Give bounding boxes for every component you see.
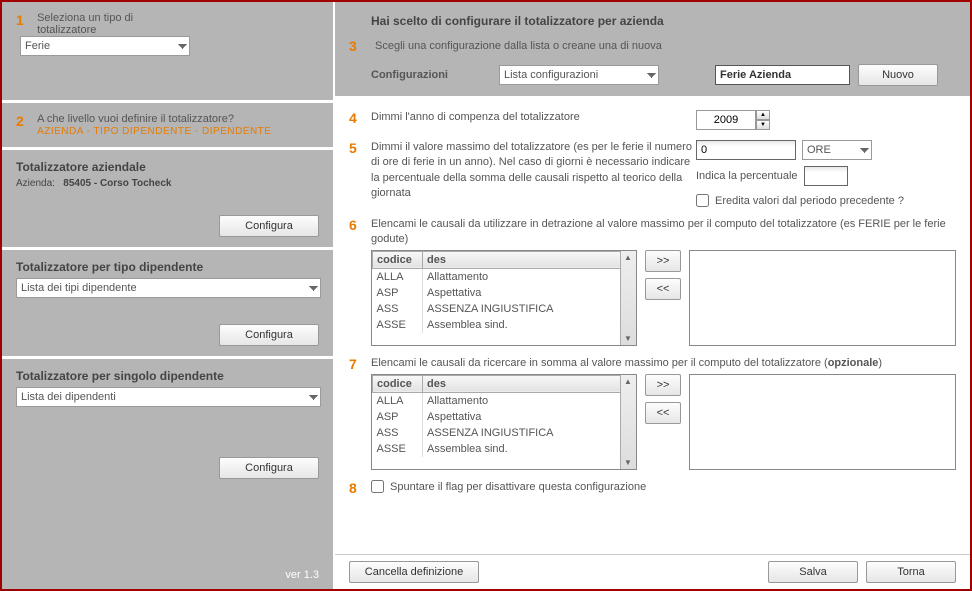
step1-block: 1 Seleziona un tipo di totalizzatore Fer… [2,2,333,103]
s7-remove-button[interactable]: << [645,402,681,424]
table-row: ASPAspettativa [373,285,636,301]
footer: Cancella definizione Salva Torna [335,554,970,589]
config-label: Configurazioni [371,69,491,81]
step8-row: 8 Spuntare il flag per disattivare quest… [349,480,956,496]
step6-label: Elencami le causali da utilizzare in det… [371,217,956,248]
azienda-sub: Azienda: 85405 - Corso Tocheck [16,178,319,189]
year-up-button[interactable]: ▲ [756,110,770,120]
s6-add-button[interactable]: >> [645,250,681,272]
table-row: ASSASSENZA INGIUSTIFICA [373,425,636,441]
table-row: ASSASSENZA INGIUSTIFICA [373,301,636,317]
step8-number: 8 [349,480,371,496]
scrollbar[interactable] [620,251,636,345]
table-row: ALLAAllattamento [373,392,636,409]
table-row: ASSEAssemblea sind. [373,317,636,333]
azienda-heading: Totalizzatore aziendale [16,160,319,174]
main-body: 4 Dimmi l'anno di compenza del totalizza… [335,98,970,554]
singolo-block: Totalizzatore per singolo dipendente Lis… [2,359,333,489]
step8-label: Spuntare il flag per disattivare questa … [390,480,956,495]
s6-target-list[interactable] [689,250,956,346]
step7-number: 7 [349,356,371,372]
step6-number: 6 [349,217,371,233]
step4-row: 4 Dimmi l'anno di compenza del totalizza… [349,110,956,130]
sidebar: 1 Seleziona un tipo di totalizzatore Fer… [2,2,335,589]
table-row: ALLAAllattamento [373,268,636,285]
step1-number: 1 [16,12,34,28]
singolo-select[interactable]: Lista dei dipendenti [16,387,321,407]
step5-number: 5 [349,140,371,156]
step5-row: 5 Dimmi il valore massimo del totalizzat… [349,140,956,207]
save-button[interactable]: Salva [768,561,858,583]
s7-target-list[interactable] [689,374,956,470]
table-row: ASSEAssemblea sind. [373,441,636,457]
step7-dual-list: codicedes ALLAAllattamento ASPAspettativ… [371,374,956,470]
version-label: ver 1.3 [2,561,333,589]
s7-add-button[interactable]: >> [645,374,681,396]
singolo-heading: Totalizzatore per singolo dipendente [16,369,319,383]
step2-block: 2 A che livello vuoi definire il totaliz… [2,103,333,150]
step5-label: Dimmi il valore massimo del totalizzator… [371,140,696,202]
azienda-block: Totalizzatore aziendale Azienda: 85405 -… [2,150,333,250]
step4-number: 4 [349,110,371,126]
percent-label: Indica la percentuale [696,170,798,182]
nuovo-button[interactable]: Nuovo [858,64,938,86]
cancel-definition-button[interactable]: Cancella definizione [349,561,479,583]
step6-dual-list: codicedes ALLAAllattamento ASPAspettativ… [371,250,956,346]
main-pane: Hai scelto di configurare il totalizzato… [335,2,970,589]
max-value-input[interactable] [696,140,796,160]
step3-label: Scegli una configurazione dalla lista o … [375,40,662,52]
year-input[interactable] [696,110,756,130]
step7-row: 7 Elencami le causali da ricercare in so… [349,356,956,372]
inherit-checkbox[interactable] [696,194,709,207]
s6-source-list[interactable]: codicedes ALLAAllattamento ASPAspettativ… [371,250,637,346]
disable-config-checkbox[interactable] [371,480,384,493]
year-down-button[interactable]: ▼ [756,120,770,130]
main-header: Hai scelto di configurare il totalizzato… [335,2,970,98]
tipodip-select[interactable]: Lista dei tipi dipendente [16,278,321,298]
step1-label: Seleziona un tipo di totalizzatore [37,12,149,36]
scrollbar[interactable] [620,375,636,469]
tipodip-configura-button[interactable]: Configura [219,324,319,346]
s6-remove-button[interactable]: << [645,278,681,300]
totalizer-type-select[interactable]: Ferie [20,36,190,56]
percent-input[interactable] [804,166,848,186]
step2-number: 2 [16,113,34,129]
back-button[interactable]: Torna [866,561,956,583]
unit-select[interactable]: ORE [802,140,872,160]
step2-label: A che livello vuoi definire il totalizza… [37,113,297,137]
step7-label: Elencami le causali da ricercare in somm… [371,356,956,371]
main-title: Hai scelto di configurare il totalizzato… [371,14,956,28]
table-row: ASPAspettativa [373,409,636,425]
step6-row: 6 Elencami le causali da utilizzare in d… [349,217,956,248]
s7-source-list[interactable]: codicedes ALLAAllattamento ASPAspettativ… [371,374,637,470]
tipodip-heading: Totalizzatore per tipo dipendente [16,260,319,274]
singolo-configura-button[interactable]: Configura [219,457,319,479]
step3-number: 3 [349,38,367,54]
config-list-select[interactable]: Lista configurazioni [499,65,659,85]
config-name-input[interactable] [715,65,850,85]
step4-label: Dimmi l'anno di compenza del totalizzato… [371,110,696,125]
tipodip-block: Totalizzatore per tipo dipendente Lista … [2,250,333,359]
inherit-label: Eredita valori dal periodo precedente ? [715,195,904,207]
azienda-configura-button[interactable]: Configura [219,215,319,237]
